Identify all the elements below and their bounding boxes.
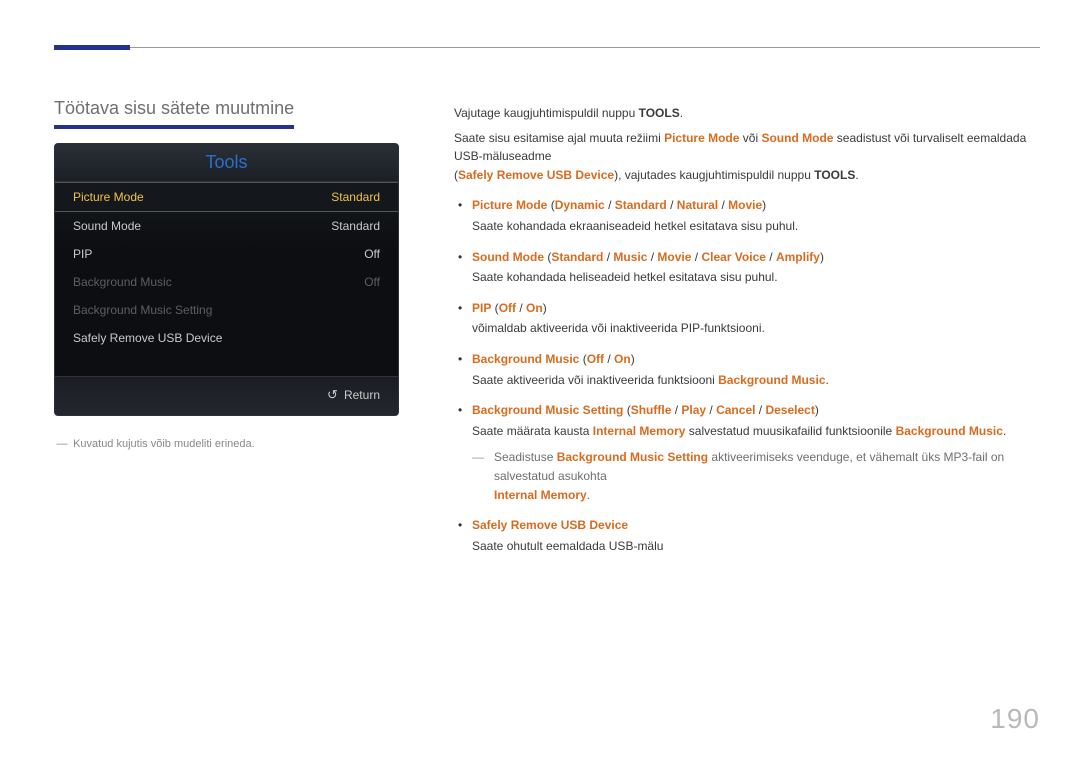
menu-row-label: Background Music Setting (73, 303, 212, 317)
menu-row-picture-mode[interactable]: Picture Mode Standard (55, 182, 398, 212)
menu-row-label: PIP (73, 247, 92, 261)
menu-row-background-music-setting: Background Music Setting (55, 296, 398, 324)
menu-row-value: Off (364, 275, 380, 289)
menu-row-label: Safely Remove USB Device (73, 331, 222, 345)
right-column: Vajutage kaugjuhtimispuldil nuppu TOOLS.… (454, 104, 1040, 555)
feature-background-music-setting: Background Music Setting (Shuffle / Play… (454, 401, 1040, 504)
menu-row-label: Background Music (73, 275, 172, 289)
menu-row-safely-remove-usb[interactable]: Safely Remove USB Device (55, 324, 398, 352)
left-column: Töötava sisu sätete muutmine Tools Pictu… (54, 98, 399, 450)
note: Seadistuse Background Music Setting akti… (472, 448, 1040, 504)
menu-row-label: Picture Mode (73, 190, 144, 204)
menu-row-value: Standard (331, 219, 380, 233)
tools-panel: Tools Picture Mode Standard Sound Mode S… (54, 143, 399, 416)
caption-dash: ― (54, 438, 70, 450)
menu-row-value: Standard (331, 190, 380, 204)
feature-background-music: Background Music (Off / On) Saate aktive… (454, 350, 1040, 389)
intro-line-1: Vajutage kaugjuhtimispuldil nuppu TOOLS. (454, 104, 1040, 123)
menu-row-background-music: Background Music Off (55, 268, 398, 296)
top-divider (54, 47, 1040, 48)
feature-safely-remove-usb: Safely Remove USB Device Saate ohutult e… (454, 516, 1040, 555)
page-number: 190 (990, 703, 1040, 735)
menu-row-pip[interactable]: PIP Off (55, 240, 398, 268)
feature-pip: PIP (Off / On) võimaldab aktiveerida või… (454, 299, 1040, 338)
panel-title: Tools (55, 144, 398, 182)
feature-sound-mode: Sound Mode (Standard / Music / Movie / C… (454, 248, 1040, 287)
feature-list: Picture Mode (Dynamic / Standard / Natur… (454, 196, 1040, 555)
section-title: Töötava sisu sätete muutmine (54, 98, 294, 129)
top-accent (54, 45, 130, 50)
feature-picture-mode: Picture Mode (Dynamic / Standard / Natur… (454, 196, 1040, 235)
menu-row-sound-mode[interactable]: Sound Mode Standard (55, 212, 398, 240)
intro-line-2: Saate sisu esitamise ajal muuta režiimi … (454, 129, 1040, 185)
menu-row-value: Off (364, 247, 380, 261)
menu-row-label: Sound Mode (73, 219, 141, 233)
caption-text: Kuvatud kujutis võib mudeliti erineda. (73, 438, 255, 450)
panel-footer: ↻ Return (55, 376, 398, 415)
return-icon: ↻ (327, 387, 338, 403)
image-caption: ― Kuvatud kujutis võib mudeliti erineda. (54, 438, 399, 450)
return-label[interactable]: Return (344, 388, 380, 402)
